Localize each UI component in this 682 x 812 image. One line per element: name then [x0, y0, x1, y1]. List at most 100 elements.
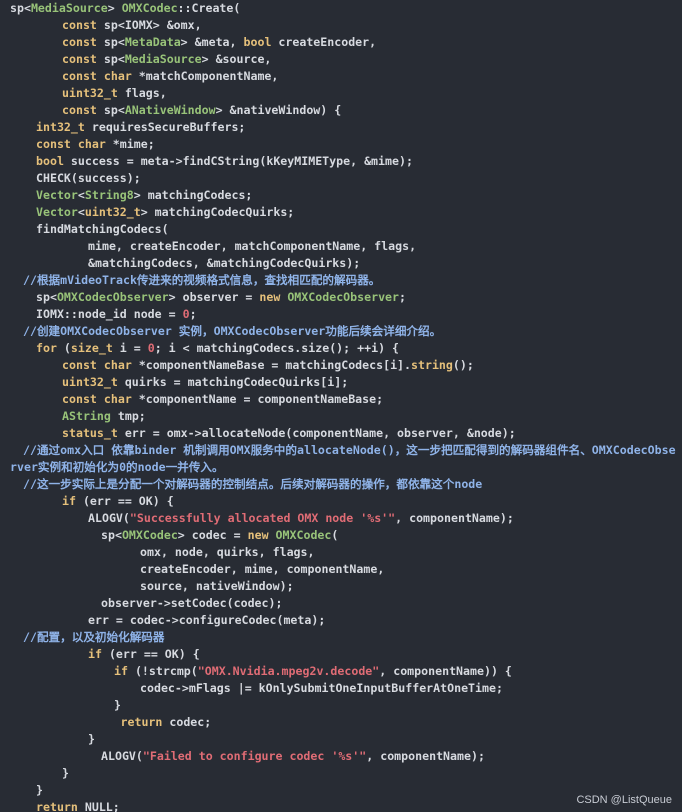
code-token-class: String8	[84, 188, 134, 202]
code-token-comment: //通过omx入口 依靠binder 机制调用OMX服务中的allocateNo…	[10, 443, 676, 474]
code-token-string: "Successfully allocated OMX node '%s'"	[129, 511, 396, 525]
code-line: //配置，以及初始化解码器	[23, 629, 678, 646]
code-token-plain: ; i < matchingCodecs.size(); ++i) {	[154, 341, 400, 355]
code-token-keyword: if	[114, 664, 128, 678]
code-line: const sp<MetaData> &meta, bool createEnc…	[62, 34, 678, 51]
code-line: const char *componentName = componentNam…	[62, 391, 678, 408]
code-token-keyword: const	[62, 103, 97, 117]
code-line: const sp<IOMX> &omx,	[62, 17, 678, 34]
code-token-plain: ;	[399, 290, 406, 304]
code-line: int32_t requiresSecureBuffers;	[36, 119, 678, 136]
code-token-plain: ALOGV(	[88, 511, 130, 525]
code-token-plain: tmp;	[110, 409, 146, 423]
code-line: CHECK(success);	[36, 170, 678, 187]
code-token-class: OMXCodecObserver	[287, 290, 400, 304]
code-token-plain: sp<	[36, 290, 57, 304]
code-token-plain: <	[77, 205, 85, 219]
code-token-plain: }	[36, 783, 43, 797]
code-token-plain: omx, node, quirks, flags,	[140, 545, 315, 559]
code-token-class: OMXCodecObserver	[56, 290, 169, 304]
code-token-plain: (	[331, 528, 339, 542]
code-token-plain: IOMX::node_id node =	[36, 307, 183, 321]
code-token-plain: mime, createEncoder, matchComponentName,…	[88, 239, 417, 253]
code-line: //根据mVideoTrack传进来的视频格式信息，查找相匹配的解码器。	[23, 272, 678, 289]
code-token-plain: success = meta->findCString(kKeyMIMEType…	[63, 154, 413, 168]
code-token-class: OMXCodec	[121, 528, 178, 542]
code-line: IOMX::node_id node = 0;	[36, 306, 678, 323]
code-line: //创建OMXCodecObserver 实例，OMXCodecObserver…	[23, 323, 678, 340]
code-line: err = codec->configureCodec(meta);	[88, 612, 678, 629]
code-line: //通过omx入口 依靠binder 机制调用OMX服务中的allocateNo…	[10, 442, 678, 476]
code-token-plain: *componentName = componentNameBase;	[131, 392, 384, 406]
code-token-comment: //配置，以及初始化解码器	[23, 630, 165, 644]
code-line: Vector<String8> matchingCodecs;	[36, 187, 678, 204]
code-token-class: MediaSource	[30, 1, 108, 15]
code-line: ALOGV("Failed to configure codec '%s'", …	[101, 748, 678, 765]
code-token-plain: sp<	[96, 52, 125, 66]
code-line: const char *matchComponentName,	[62, 68, 678, 85]
code-token-type: int32_t	[36, 120, 85, 134]
code-line: return codec;	[121, 714, 679, 731]
code-line: sp<OMXCodecObserver> observer = new OMXC…	[36, 289, 678, 306]
code-token-plain: }	[88, 732, 95, 746]
code-line: if (err == OK) {	[88, 646, 678, 663]
code-token-keyword: new	[259, 290, 281, 304]
code-line: Vector<uint32_t> matchingCodecQuirks;	[36, 204, 678, 221]
code-line: createEncoder, mime, componentName,	[140, 561, 678, 578]
code-token-number: 0	[182, 307, 190, 321]
code-line: }	[62, 765, 678, 782]
code-line: const sp<MediaSource> &source,	[62, 51, 678, 68]
code-token-plain: sp<	[96, 35, 125, 49]
code-line: observer->setCodec(codec);	[101, 595, 678, 612]
code-line: }	[114, 697, 678, 714]
code-token-plain: (	[56, 341, 71, 355]
code-token-plain: CHECK(success);	[36, 171, 141, 185]
code-line: mime, createEncoder, matchComponentName,…	[88, 238, 678, 255]
code-token-keyword: const	[62, 69, 97, 83]
code-token-keyword: const	[62, 358, 97, 372]
code-token-plain: requiresSecureBuffers;	[84, 120, 246, 134]
code-token-class: MediaSource	[124, 52, 202, 66]
code-token-plain: ALOGV(	[101, 749, 143, 763]
code-editor: sp<MediaSource> OMXCodec::Create(const s…	[0, 0, 682, 812]
code-token-plain: , componentName);	[366, 749, 485, 763]
code-token-keyword: string	[411, 358, 453, 372]
code-line: ALOGV("Successfully allocated OMX node '…	[88, 510, 678, 527]
code-token-class: Vector	[36, 205, 78, 219]
code-token-class: MetaData	[124, 35, 181, 49]
code-line: if (!strcmp("OMX.Nvidia.mpeg2v.decode", …	[114, 663, 678, 680]
code-line: sp<MediaSource> OMXCodec::Create(	[10, 0, 678, 17]
code-token-plain: *componentNameBase = matchingCodecs[i].	[131, 358, 412, 372]
code-line: findMatchingCodecs(	[36, 221, 678, 238]
code-token-type: uint32_t	[84, 205, 141, 219]
code-line: source, nativeWindow);	[140, 578, 678, 595]
code-token-plain: quirks = matchingCodecQuirks[i];	[117, 375, 349, 389]
code-line: const char *componentNameBase = matching…	[62, 357, 678, 374]
code-token-plain: }	[114, 698, 121, 712]
code-token-plain: codec;	[162, 715, 212, 729]
code-line: uint32_t flags,	[62, 85, 678, 102]
code-line: for (size_t i = 0; i < matchingCodecs.si…	[36, 340, 678, 357]
code-line: //这一步实际上是分配一个对解码器的控制结点。后续对解码器的操作，都依靠这个no…	[23, 476, 678, 493]
code-token-type: uint32_t	[62, 86, 118, 100]
code-token-keyword: char	[103, 358, 132, 372]
code-line: uint32_t quirks = matchingCodecQuirks[i]…	[62, 374, 678, 391]
code-line: }	[88, 731, 678, 748]
code-token-plain: , componentName);	[395, 511, 514, 525]
code-token-plain: createEncoder,	[271, 35, 377, 49]
code-line: if (err == OK) {	[62, 493, 678, 510]
watermark: CSDN @ListQueue	[576, 794, 672, 806]
code-token-plain: observer->setCodec(codec);	[101, 596, 283, 610]
code-token-plain: sp<IOMX> &omx,	[96, 18, 202, 32]
code-token-plain: flags,	[117, 86, 167, 100]
code-token-keyword: if	[62, 494, 76, 508]
code-token-keyword: char	[103, 69, 132, 83]
code-token-keyword: bool	[36, 154, 64, 168]
code-token-keyword: return	[36, 800, 78, 812]
code-token-keyword: new	[247, 528, 269, 542]
code-token-plain: err = omx->allocateNode(componentName, o…	[117, 426, 516, 440]
code-line: const char *mime;	[36, 136, 678, 153]
